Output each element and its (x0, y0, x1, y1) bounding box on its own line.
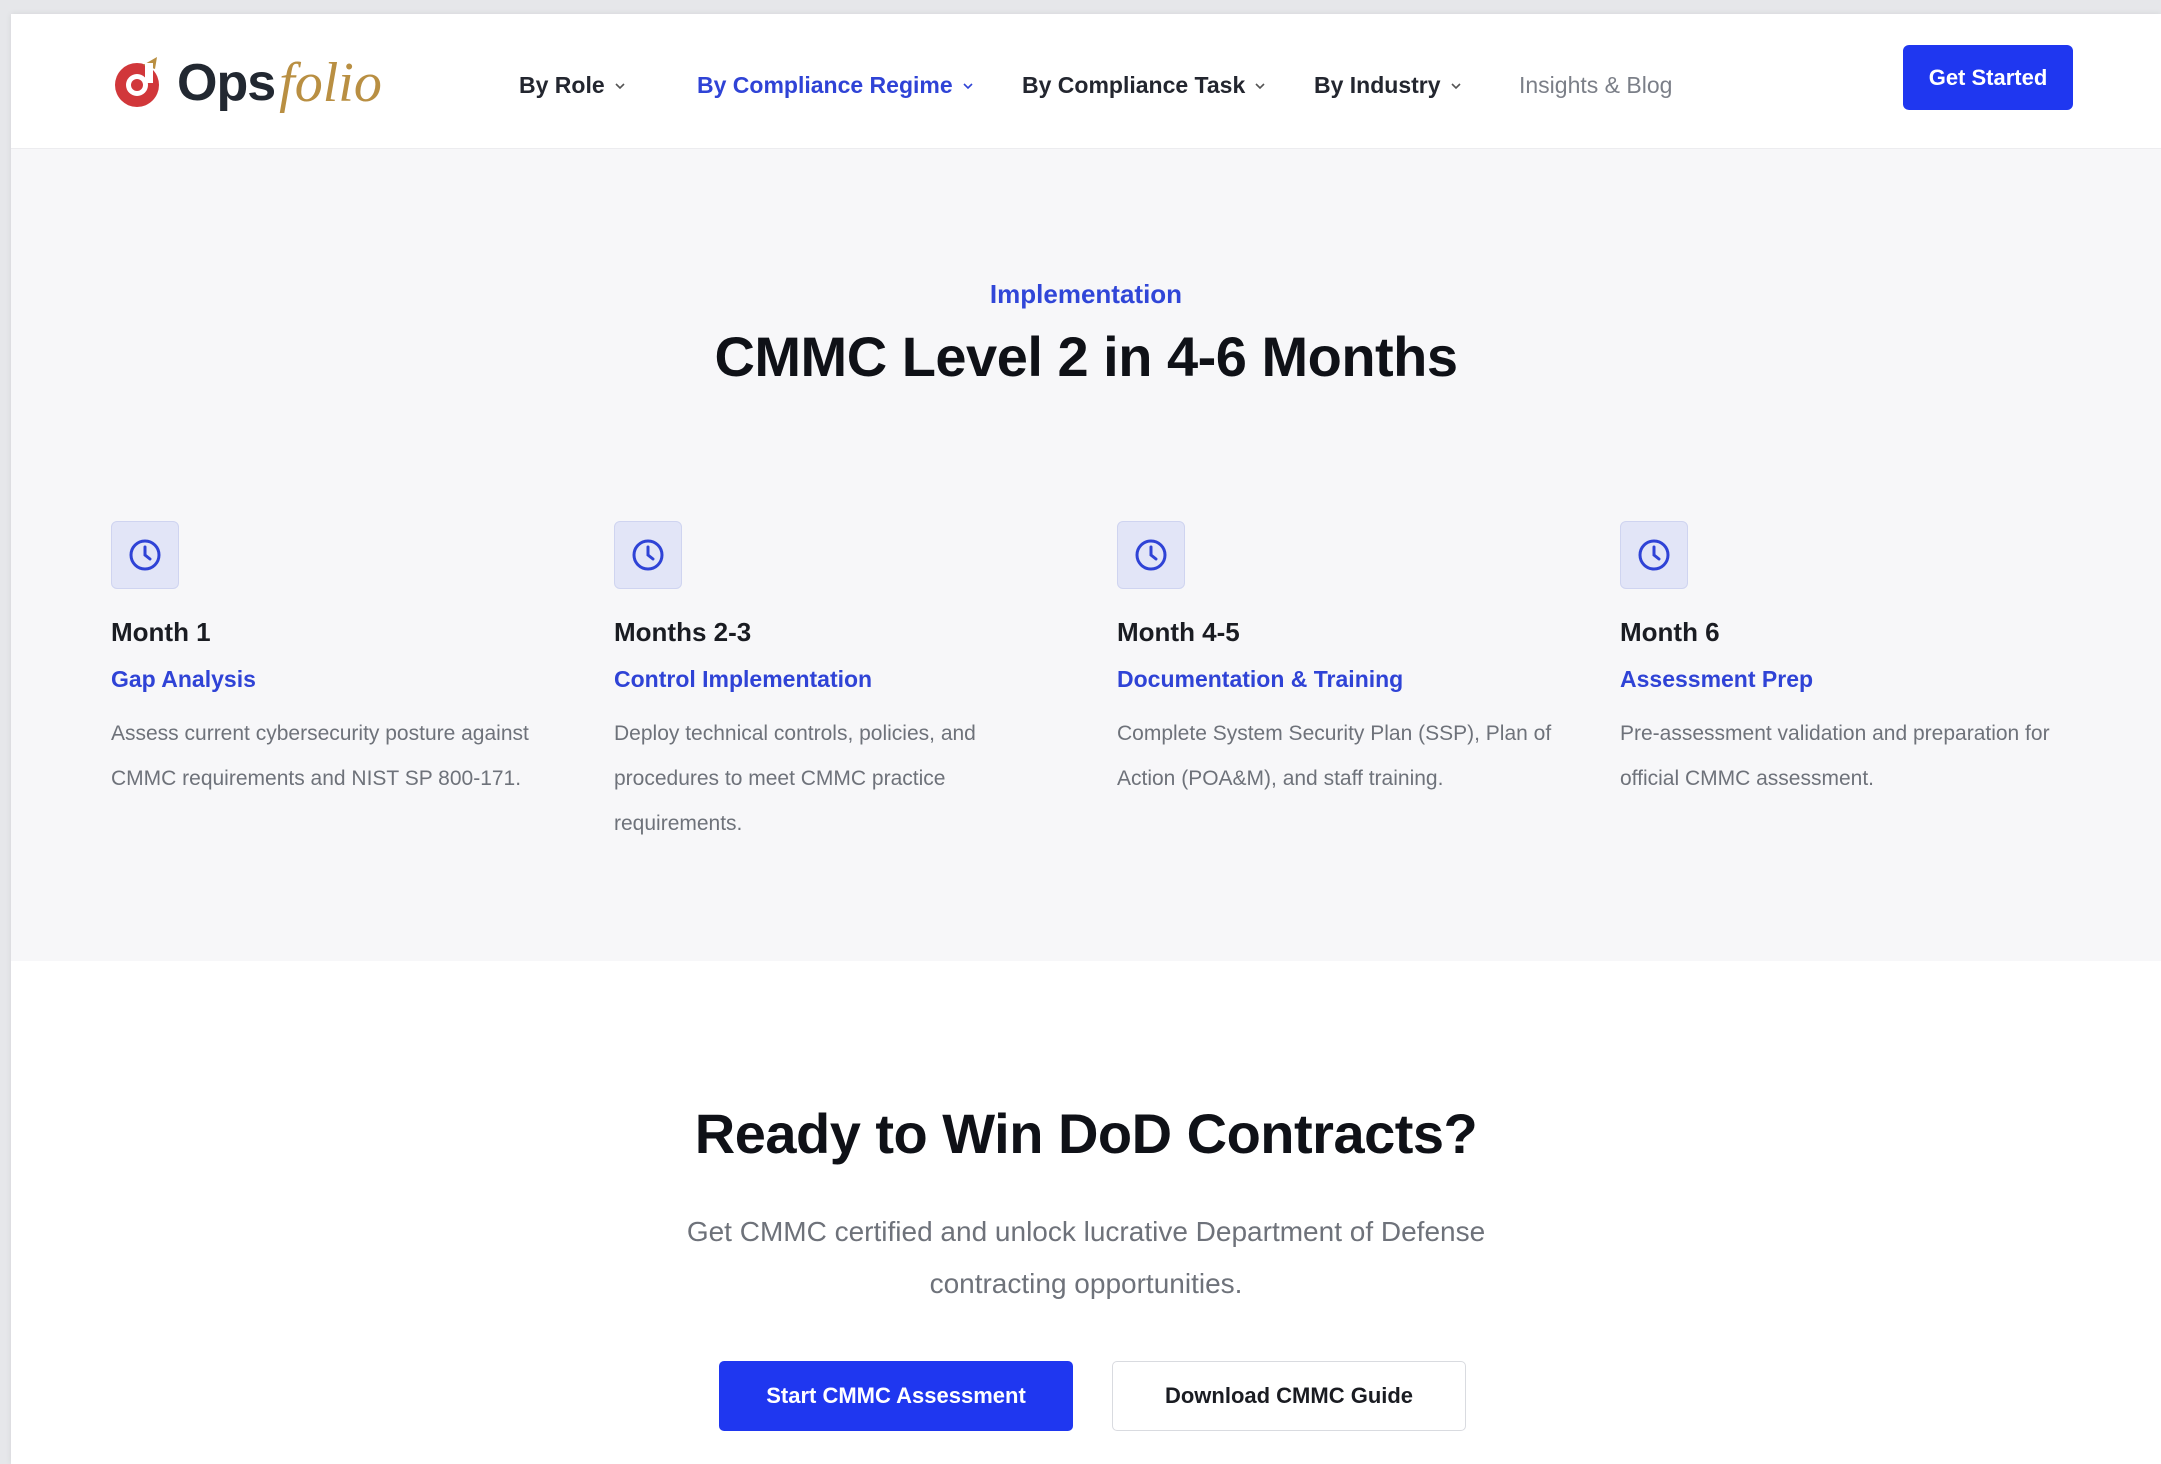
opsfolio-logo[interactable]: Ops folio (111, 48, 382, 118)
step-phase: Gap Analysis (111, 666, 256, 692)
clock-icon (1117, 521, 1185, 589)
clock-icon (1620, 521, 1688, 589)
clock-icon (111, 521, 179, 589)
step-month: Month 1 (111, 617, 211, 647)
chevron-down-icon (963, 82, 973, 89)
nav-label: By Industry (1314, 72, 1441, 98)
implementation-section: Implementation CMMC Level 2 in 4-6 Month… (11, 149, 2161, 961)
clock-icon (614, 521, 682, 589)
step-description: Assess current cybersecurity posture aga… (111, 722, 529, 790)
step-month: Months 2-3 (614, 617, 752, 647)
logo-text-ops: Ops (177, 54, 276, 112)
nav-by-industry[interactable]: By Industry (1314, 72, 1461, 99)
step-description: Complete System Security Plan (SSP), Pla… (1117, 722, 1552, 790)
nav-by-role[interactable]: By Role (519, 72, 625, 99)
download-cmmc-guide-button[interactable]: Download CMMC Guide (1112, 1361, 1466, 1431)
step-month: Month 4-5 (1117, 617, 1240, 647)
chevron-down-icon (615, 82, 625, 89)
logo-text-folio: folio (279, 52, 382, 114)
logo-mark-icon (115, 57, 159, 107)
nav-by-compliance-task[interactable]: By Compliance Task (1022, 72, 1265, 99)
cta-section: Ready to Win DoD Contracts? Get CMMC cer… (11, 961, 2161, 1464)
section-title: CMMC Level 2 in 4-6 Months (714, 325, 1458, 388)
nav-label: By Compliance Task (1022, 72, 1246, 98)
step-description: Pre-assessment validation and preparatio… (1620, 722, 2050, 790)
step-description: Deploy technical controls, policies, and… (614, 722, 976, 835)
nav-label: By Compliance Regime (697, 72, 953, 98)
step-phase: Documentation & Training (1117, 666, 1404, 692)
site-header: Ops folio By Role By Compliance Regime B… (11, 14, 2161, 149)
timeline-step: Month 6 Assessment Prep Pre-assessment v… (1620, 521, 2070, 801)
page: Ops folio By Role By Compliance Regime B… (11, 14, 2161, 1464)
step-month: Month 6 (1620, 617, 1720, 647)
nav-label: Insights & Blog (1519, 72, 1673, 98)
nav-insights-blog[interactable]: Insights & Blog (1519, 72, 1672, 99)
timeline-step: Month 4-5 Documentation & Training Compl… (1117, 521, 1567, 801)
step-phase: Control Implementation (614, 666, 873, 692)
get-started-button[interactable]: Get Started (1903, 45, 2073, 110)
nav-by-compliance-regime[interactable]: By Compliance Regime (697, 72, 973, 99)
section-eyebrow: Implementation (989, 279, 1183, 309)
cta-title: Ready to Win DoD Contracts? (694, 1102, 1478, 1165)
chevron-down-icon (1450, 82, 1461, 89)
timeline-step: Month 1 Gap Analysis Assess current cybe… (111, 521, 561, 801)
start-cmmc-assessment-button[interactable]: Start CMMC Assessment (719, 1361, 1073, 1431)
timeline-step: Months 2-3 Control Implementation Deploy… (614, 521, 1064, 846)
cta-subtitle: Get CMMC certified and unlock lucrative … (686, 1216, 1486, 1299)
nav-label: By Role (519, 72, 605, 98)
chevron-down-icon (1255, 82, 1265, 89)
step-phase: Assessment Prep (1620, 666, 1814, 692)
